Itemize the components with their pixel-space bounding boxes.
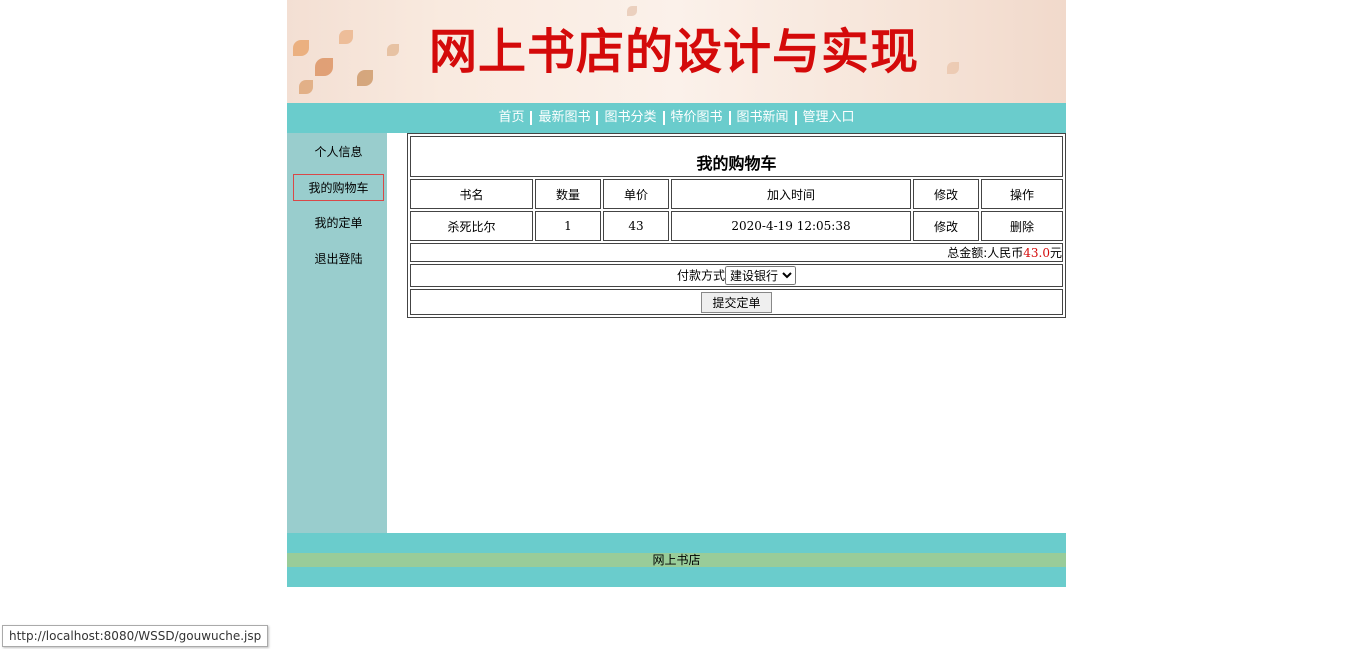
footer-band-bottom: [287, 567, 1066, 587]
total-amount: 43.0: [1023, 246, 1050, 260]
flower-decoration-icon: [299, 80, 313, 94]
nav-home[interactable]: 首页: [493, 110, 529, 125]
sidebar-item-profile[interactable]: 个人信息: [293, 139, 384, 166]
edit-link[interactable]: 修改: [913, 211, 979, 241]
flower-decoration-icon: [947, 62, 959, 74]
flower-decoration-icon: [387, 44, 399, 56]
nav-separator: [794, 110, 797, 125]
sidebar-item-cart[interactable]: 我的购物车: [293, 174, 384, 201]
nav-special-books[interactable]: 特价图书: [666, 110, 728, 125]
column-header: 单价: [603, 179, 669, 209]
flower-decoration-icon: [293, 40, 309, 56]
footer-band-top: [287, 533, 1066, 553]
column-header: 书名: [410, 179, 533, 209]
nav-book-categories[interactable]: 图书分类: [599, 110, 661, 125]
payment-cell: 付款方式 建设银行: [410, 264, 1063, 287]
footer-text: 网上书店: [287, 553, 1066, 567]
browser-status-url: http://localhost:8080/WSSD/gouwuche.jsp: [2, 625, 269, 647]
submit-row: 提交定单: [410, 289, 1063, 315]
sidebar-item-logout[interactable]: 退出登陆: [293, 246, 384, 273]
flower-decoration-icon: [339, 30, 353, 44]
submit-cell: 提交定单: [410, 289, 1063, 315]
site-banner: 网上书店的设计与实现: [287, 0, 1066, 103]
table-header-row: 书名 数量 单价 加入时间 修改 操作: [410, 179, 1063, 209]
payment-row: 付款方式 建设银行: [410, 264, 1063, 287]
banner-title: 网上书店的设计与实现: [429, 24, 920, 80]
total-row: 总金额:人民币43.0元: [410, 243, 1063, 262]
total-suffix: 元: [1049, 246, 1062, 260]
submit-order-button[interactable]: 提交定单: [701, 291, 772, 313]
column-header: 加入时间: [671, 179, 911, 209]
cell-quantity: 1: [535, 211, 601, 241]
payment-method-select[interactable]: 建设银行: [725, 266, 796, 285]
sidebar-item-orders[interactable]: 我的定单: [293, 210, 384, 237]
delete-link[interactable]: 删除: [981, 211, 1063, 241]
table-row: 杀死比尔 1 43 2020-4-19 12:05:38 修改 删除: [410, 211, 1063, 241]
cell-book-name: 杀死比尔: [410, 211, 533, 241]
sidebar: 个人信息 我的购物车 我的定单 退出登陆: [287, 133, 387, 533]
cell-price: 43: [603, 211, 669, 241]
total-prefix: 总金额:人民币: [947, 246, 1024, 260]
cell-added-time: 2020-4-19 12:05:38: [671, 211, 911, 241]
nav-new-books[interactable]: 最新图书: [533, 110, 595, 125]
nav-book-news[interactable]: 图书新闻: [732, 110, 794, 125]
flower-decoration-icon: [357, 70, 373, 86]
total-cell: 总金额:人民币43.0元: [410, 243, 1063, 262]
nav-separator: [728, 110, 731, 125]
nav-separator: [662, 110, 665, 125]
column-header: 操作: [981, 179, 1063, 209]
nav-admin[interactable]: 管理入口: [798, 110, 860, 125]
column-header: 修改: [913, 179, 979, 209]
payment-label: 付款方式: [676, 268, 725, 283]
cart-title: 我的购物车: [410, 136, 1063, 177]
main-content: 我的购物车 书名 数量 单价 加入时间 修改 操作 杀死比尔 1 43 2020…: [387, 133, 1066, 533]
flower-decoration-icon: [315, 58, 333, 76]
column-header: 数量: [535, 179, 601, 209]
main-nav: 首页 最新图书 图书分类 特价图书 图书新闻 管理入口: [287, 103, 1066, 133]
flower-decoration-icon: [627, 6, 637, 16]
cart-table: 我的购物车 书名 数量 单价 加入时间 修改 操作 杀死比尔 1 43 2020…: [407, 133, 1066, 318]
